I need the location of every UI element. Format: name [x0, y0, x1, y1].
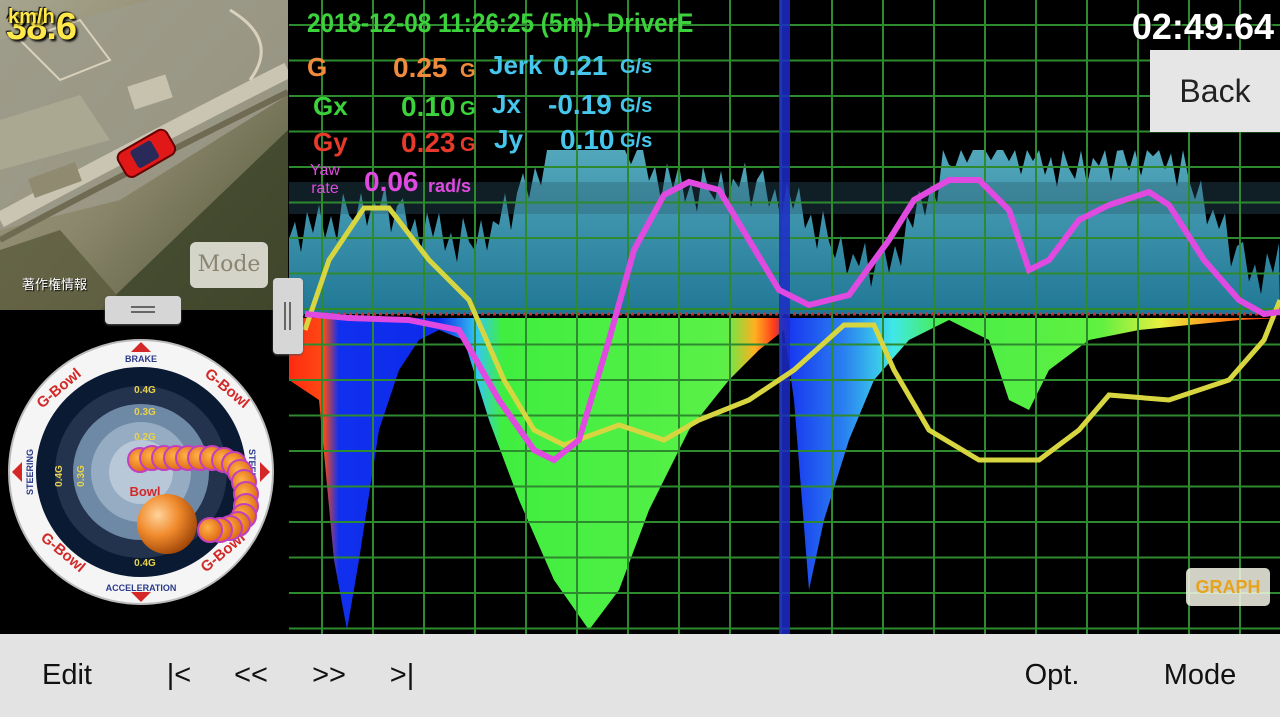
options-button[interactable]: Opt.: [1008, 634, 1096, 717]
yaw-label-line2: rate: [311, 180, 339, 197]
grip-line: [284, 302, 286, 330]
horizontal-resize-handle[interactable]: [105, 296, 181, 324]
map-panel[interactable]: 38.6 km/h 著作権情報 Mode: [0, 0, 288, 310]
yaw-rate-unit: rad/s: [428, 176, 472, 196]
speed-unit: km/h: [8, 6, 55, 28]
yaw-label-line1: Yaw: [310, 162, 340, 179]
side-label-04: 0.4G: [54, 465, 65, 487]
g-bowl-dial: BRAKE ACCELERATION STEERING STEERING G-B…: [8, 339, 274, 605]
graph-button[interactable]: GRAPH: [1186, 568, 1270, 606]
g-ball-icon: [137, 494, 197, 554]
jump-first-button[interactable]: |<: [150, 634, 208, 717]
brake-label: BRAKE: [125, 354, 157, 364]
jy-label: Jy: [494, 124, 523, 154]
jx-unit: G/s: [620, 95, 653, 117]
grip-line: [131, 306, 155, 308]
ring-label-04-bottom: 0.4G: [134, 558, 156, 569]
gy-unit: G: [460, 134, 476, 156]
gy-value: 0.23: [401, 127, 456, 158]
bottom-toolbar: Edit |< << >> >| Opt. Mode: [0, 634, 1280, 717]
app-root: 38.6 km/h 著作権情報 Mode BRAKE ACCELERATION …: [0, 0, 1280, 717]
steering-left-label: STEERING: [25, 449, 35, 495]
g-unit: G: [460, 60, 476, 82]
grip-line: [131, 311, 155, 313]
gy-label: Gy: [313, 127, 348, 157]
elapsed-timer: 02:49.64: [1131, 6, 1274, 47]
rewind-button[interactable]: <<: [222, 634, 280, 717]
trail-dot-icon: [197, 517, 223, 543]
ring-label-04: 0.4G: [134, 385, 156, 396]
jerk-value: 0.21: [553, 50, 608, 81]
g-label: G: [307, 52, 328, 82]
session-title: 2018-12-08 11:26:25 (5m)- DriverE: [307, 8, 694, 38]
gx-unit: G: [460, 98, 476, 120]
jerk-label: Jerk: [489, 50, 543, 80]
copyright-link[interactable]: 著作権情報: [22, 274, 87, 293]
vertical-resize-handle[interactable]: [273, 278, 303, 354]
jy-unit: G/s: [620, 130, 653, 152]
side-label-03: 0.3G: [76, 465, 87, 487]
gx-label: Gx: [313, 91, 348, 121]
back-button[interactable]: Back: [1150, 50, 1280, 132]
g-bowl-panel: BRAKE ACCELERATION STEERING STEERING G-B…: [0, 312, 288, 634]
gx-value: 0.10: [401, 91, 456, 122]
ring-label-03: 0.3G: [134, 407, 156, 418]
jx-value: -0.19: [548, 89, 612, 120]
jump-last-button[interactable]: >|: [373, 634, 431, 717]
grip-line: [289, 302, 291, 330]
ring-label-02: 0.2G: [134, 432, 156, 443]
jerk-unit: G/s: [620, 56, 653, 78]
yaw-rate-label: Yaw rate: [308, 162, 342, 198]
mode-button[interactable]: Mode: [1150, 634, 1250, 717]
jx-label: Jx: [492, 89, 521, 119]
playhead-cursor[interactable]: [779, 0, 790, 634]
map-mode-button[interactable]: Mode: [190, 242, 268, 288]
g-value: 0.25: [393, 52, 448, 83]
yaw-rate-value: 0.06: [364, 166, 419, 197]
jy-value: 0.10: [560, 124, 615, 155]
edit-button[interactable]: Edit: [20, 634, 114, 717]
acceleration-label: ACCELERATION: [106, 583, 177, 593]
fast-forward-button[interactable]: >>: [300, 634, 358, 717]
